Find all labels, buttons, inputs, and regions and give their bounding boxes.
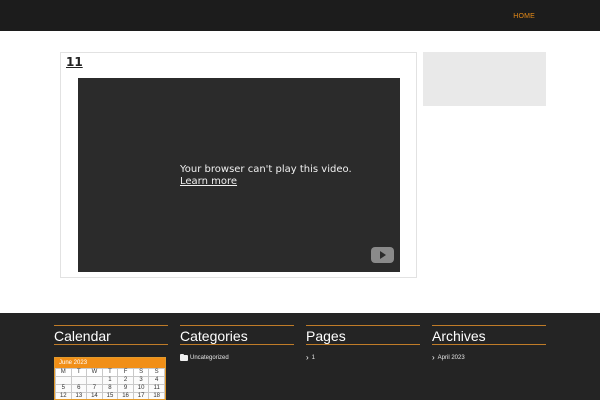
calendar-day: 6 [70, 384, 88, 393]
calendar-day: 4 [148, 376, 165, 385]
calendar-day: 7 [86, 384, 103, 393]
calendar-day [70, 376, 88, 385]
chevron-right-icon: › [306, 353, 309, 362]
video-player[interactable]: Your browser can't play this video. Lear… [78, 78, 400, 272]
categories-list: Uncategorized [180, 354, 294, 362]
calendar-day: 10 [132, 384, 150, 393]
weekday-header: S [132, 368, 150, 377]
archives-widget: Archives › April 2023 [432, 325, 546, 362]
top-nav-bar: HOME [0, 0, 600, 31]
archives-list: › April 2023 [432, 354, 546, 362]
categories-title: Categories [180, 325, 294, 345]
calendar-caption: June 2023 [55, 358, 165, 368]
calendar-day: 18 [148, 392, 165, 399]
calendar-day: 14 [86, 392, 103, 399]
weekday-header: M [55, 368, 72, 377]
calendar-day: 8 [101, 384, 119, 393]
calendar-title: Calendar [54, 325, 168, 345]
calendar: June 2023 M T W T F S S 1 2 3 4 5 6 7 8 … [54, 357, 166, 400]
calendar-day [55, 376, 72, 385]
calendar-table: M T W T F S S 1 2 3 4 5 6 7 8 9 10 11 12… [55, 368, 165, 399]
weekday-header: W [86, 368, 103, 377]
calendar-widget: Calendar [54, 325, 168, 345]
post-title[interactable]: 11 [66, 55, 83, 69]
calendar-day: 12 [55, 392, 72, 399]
folder-icon [180, 354, 188, 361]
archives-title: Archives [432, 325, 546, 345]
sidebar-widget-placeholder [423, 52, 546, 106]
nav-home-link[interactable]: HOME [513, 13, 535, 20]
calendar-day: 1 [101, 376, 119, 385]
weekday-header: T [101, 368, 119, 377]
calendar-day [86, 376, 103, 385]
post-card: 11 Your browser can't play this video. L… [60, 52, 417, 278]
youtube-icon[interactable] [371, 247, 394, 263]
page-label[interactable]: 1 [312, 354, 315, 362]
categories-widget: Categories Uncategorized [180, 325, 294, 362]
learn-more-link[interactable]: Learn more [180, 176, 237, 187]
category-label[interactable]: Uncategorized [190, 354, 229, 362]
calendar-day: 17 [132, 392, 150, 399]
video-error-message: Your browser can't play this video. [180, 164, 352, 175]
archive-item[interactable]: › April 2023 [432, 354, 546, 362]
calendar-day: 5 [55, 384, 72, 393]
page-item[interactable]: › 1 [306, 354, 420, 362]
calendar-day: 13 [70, 392, 88, 399]
pages-list: › 1 [306, 354, 420, 362]
weekday-header: S [148, 368, 165, 377]
archive-label[interactable]: April 2023 [438, 354, 465, 362]
calendar-day: 16 [117, 392, 134, 399]
calendar-day: 2 [117, 376, 134, 385]
calendar-day: 11 [148, 384, 165, 393]
pages-title: Pages [306, 325, 420, 345]
chevron-right-icon: › [432, 353, 435, 362]
category-item[interactable]: Uncategorized [180, 354, 294, 362]
calendar-day: 9 [117, 384, 134, 393]
weekday-header: F [117, 368, 134, 377]
pages-widget: Pages › 1 [306, 325, 420, 362]
calendar-day: 3 [132, 376, 150, 385]
calendar-day: 15 [101, 392, 119, 399]
weekday-header: T [70, 368, 88, 377]
